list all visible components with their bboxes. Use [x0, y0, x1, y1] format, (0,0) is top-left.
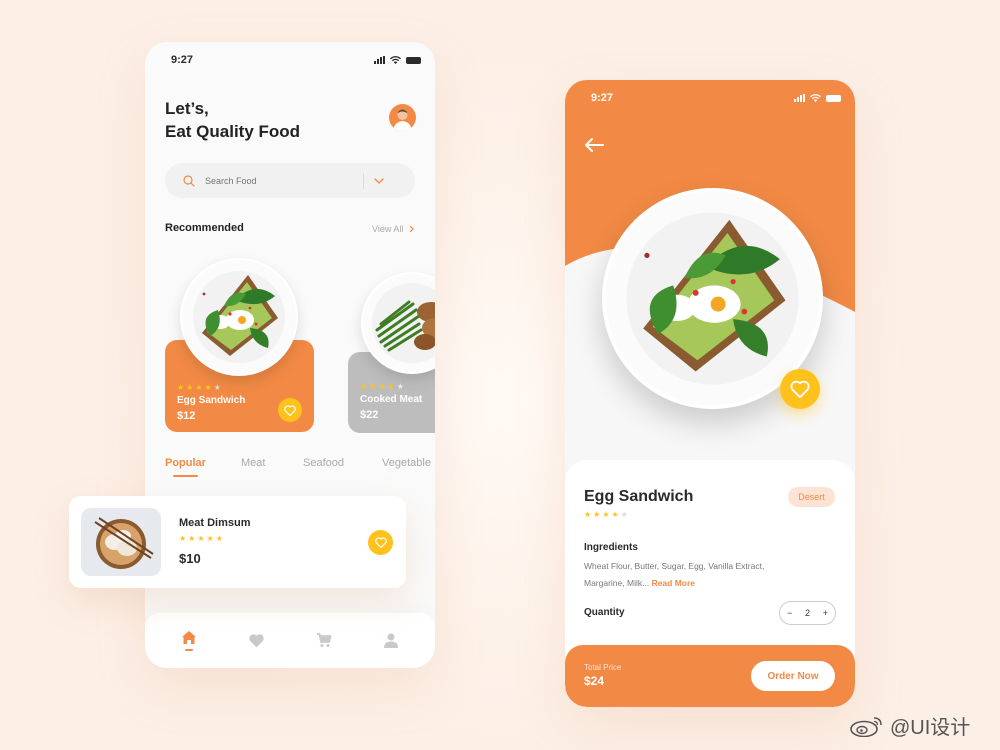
ingredients-line-2: Margarine, Milk...	[584, 578, 650, 588]
search-icon	[183, 174, 195, 187]
card-name: Cooked Meat	[360, 394, 423, 405]
back-arrow-icon[interactable]	[584, 138, 604, 152]
nav-home[interactable]	[174, 630, 204, 651]
heart-icon	[249, 634, 264, 648]
favorite-button[interactable]	[278, 398, 302, 422]
tab-seafood[interactable]: Seafood	[303, 457, 382, 469]
bottom-navigation	[145, 613, 435, 668]
increment-button[interactable]: +	[823, 608, 828, 618]
decrement-button[interactable]: −	[787, 608, 792, 618]
recommended-title: Recommended	[165, 222, 244, 234]
view-all-link[interactable]: View All	[372, 224, 415, 234]
search-input[interactable]	[205, 175, 355, 186]
ingredients-text: Wheat Flour, Butter, Sugar, Egg, Vanilla…	[584, 558, 764, 592]
item-rating: ★ ★ ★ ★ ★	[584, 510, 628, 519]
battery-icon	[826, 94, 841, 102]
popular-item-card[interactable]: Meat Dimsum ★ ★ ★ ★ ★ $10	[69, 496, 406, 588]
item-price: $10	[179, 551, 201, 566]
favorite-button[interactable]	[780, 369, 820, 409]
greeting-heading: Let’s, Eat Quality Food	[165, 97, 300, 143]
user-photo-icon	[393, 109, 412, 131]
view-all-label: View All	[372, 224, 404, 234]
card-name: Egg Sandwich	[177, 395, 246, 406]
tab-popular[interactable]: Popular	[165, 457, 241, 477]
dimsum-image	[81, 508, 161, 576]
item-title: Egg Sandwich	[584, 488, 694, 505]
card-price: $22	[360, 409, 379, 421]
tab-vegetable[interactable]: Vegetable	[382, 457, 431, 469]
battery-icon	[406, 56, 421, 64]
greeting-line-2: Eat Quality Food	[165, 122, 301, 141]
status-bar: 9:27	[591, 91, 841, 105]
heart-outline-icon	[284, 404, 296, 416]
rating-stars: ★ ★ ★ ★ ★	[177, 383, 221, 392]
order-footer: Total Price $24 Order Now	[565, 645, 855, 707]
total-price-value: $24	[584, 674, 605, 688]
status-time: 9:27	[171, 54, 194, 66]
item-rating: ★ ★ ★ ★ ★	[179, 534, 223, 543]
egg-sandwich-plate-image	[180, 258, 298, 376]
signal-icon	[794, 94, 805, 102]
avatar[interactable]	[389, 104, 416, 131]
nav-favorites[interactable]	[241, 633, 271, 648]
card-rating: ★ ★ ★ ★ ★	[177, 383, 221, 392]
wifi-icon	[390, 56, 401, 64]
watermark: @UI设计	[850, 711, 970, 740]
tab-meat[interactable]: Meat	[241, 457, 303, 469]
nav-profile[interactable]	[376, 633, 406, 648]
rating-stars: ★ ★ ★ ★ ★	[584, 510, 628, 519]
home-icon	[181, 631, 196, 644]
detail-screen: 9:27 Egg Sandwich Desert ★ ★ ★ ★ ★ Ingre…	[565, 80, 855, 707]
search-divider	[363, 172, 364, 189]
chevron-right-icon	[409, 225, 415, 233]
category-tabs: Popular Meat Seafood Vegetable	[165, 457, 431, 477]
status-bar: 9:27	[171, 53, 421, 67]
chevron-down-icon[interactable]	[374, 177, 384, 184]
watermark-text: @UI设计	[890, 717, 971, 739]
rating-stars: ★ ★ ★ ★ ★	[179, 534, 223, 543]
signal-icon	[374, 56, 385, 64]
cart-icon	[316, 633, 332, 647]
dimsum-food-icon	[94, 517, 154, 569]
nav-cart[interactable]	[309, 633, 339, 648]
ingredients-title: Ingredients	[584, 542, 638, 553]
favorite-button[interactable]	[368, 530, 393, 555]
item-name: Meat Dimsum	[179, 517, 251, 529]
egg-sandwich-food-icon	[182, 260, 296, 374]
heart-outline-icon	[790, 380, 810, 398]
category-badge: Desert	[788, 487, 835, 507]
quantity-label: Quantity	[584, 607, 625, 618]
profile-icon	[384, 633, 399, 648]
total-price-label: Total Price	[584, 663, 622, 672]
card-price: $12	[177, 410, 196, 422]
status-time: 9:27	[591, 92, 614, 104]
weibo-logo-icon	[850, 716, 882, 737]
quantity-stepper: − 2 +	[779, 601, 836, 625]
search-bar[interactable]	[165, 163, 415, 198]
order-now-button[interactable]: Order Now	[751, 661, 835, 691]
rating-stars: ★ ★ ★ ★ ★	[360, 382, 404, 391]
wifi-icon	[810, 94, 821, 102]
quantity-value: 2	[804, 608, 810, 618]
ingredients-line-1: Wheat Flour, Butter, Sugar, Egg, Vanilla…	[584, 561, 765, 571]
card-rating: ★ ★ ★ ★ ★	[360, 382, 404, 391]
greeting-line-1: Let’s,	[165, 99, 209, 118]
heart-outline-icon	[374, 537, 387, 548]
read-more-link[interactable]: Read More	[652, 578, 695, 588]
